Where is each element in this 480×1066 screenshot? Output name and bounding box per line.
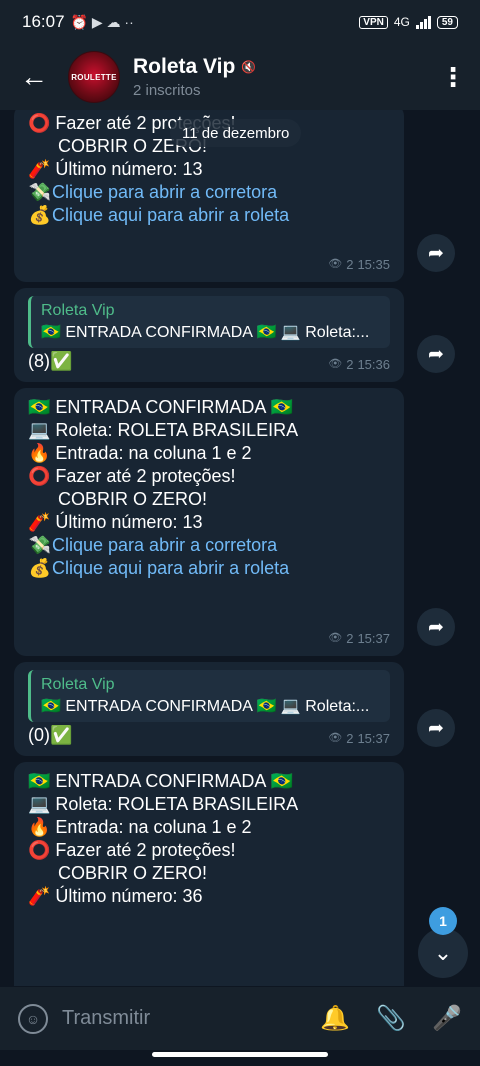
quote-text: 🇧🇷 ENTRADA CONFIRMADA 🇧🇷 💻 Roleta:... (41, 698, 370, 715)
views-icon: 👁 (328, 632, 343, 644)
channel-title: Roleta Vip (133, 55, 236, 78)
view-count: 2 (346, 731, 354, 746)
views-icon: 👁 (328, 358, 343, 370)
message-time: 15:36 (357, 357, 390, 372)
quote-text: 🇧🇷 ENTRADA CONFIRMADA 🇧🇷 💻 Roleta:... (41, 324, 370, 341)
channel-info[interactable]: Roleta Vip 🔇 2 inscritos (133, 55, 256, 99)
message-bubble[interactable]: 🇧🇷 ENTRADA CONFIRMADA 🇧🇷 💻 Roleta: ROLET… (14, 762, 404, 986)
subscriber-count: 2 inscritos (133, 82, 201, 99)
status-time: 16:07 (22, 12, 65, 31)
message-bubble[interactable]: Roleta Vip 🇧🇷 ENTRADA CONFIRMADA 🇧🇷 💻 Ro… (14, 662, 404, 756)
message-bubble[interactable]: 🇧🇷 ENTRADA CONFIRMADA 🇧🇷 💻 Roleta: ROLET… (14, 388, 404, 656)
views-icon: 👁 (328, 258, 343, 270)
back-arrow-icon[interactable]: ← (0, 44, 68, 110)
quote-author: Roleta Vip (41, 302, 115, 319)
chevron-down-icon: ⌄ (433, 940, 453, 965)
message-meta: 👁 2 15:37 (328, 727, 390, 750)
forward-icon[interactable]: ➦ (417, 335, 455, 373)
channel-avatar[interactable]: ROULETTE (68, 51, 120, 103)
message-line: ⭕ Fazer até 2 proteções! (28, 466, 236, 486)
date-separator: 11 de dezembro (170, 119, 302, 147)
reply-quote[interactable]: Roleta Vip 🇧🇷 ENTRADA CONFIRMADA 🇧🇷 💻 Ro… (28, 670, 390, 722)
forward-icon[interactable]: ➦ (417, 608, 455, 646)
broadcast-bar: ☺ Transmitir 🔔 📎 🎤 (0, 986, 480, 1050)
money-bag-icon: 💰 (28, 558, 52, 578)
money-icon: 💸 (28, 535, 52, 555)
scroll-to-bottom-button[interactable]: ⌄ (418, 928, 468, 978)
forward-icon[interactable]: ➦ (417, 234, 455, 272)
message-line: 🇧🇷 ENTRADA CONFIRMADA 🇧🇷 (28, 397, 293, 417)
bell-icon[interactable]: 🔔 (320, 1004, 350, 1033)
message-time: 15:35 (357, 257, 390, 272)
message-line: ⭕ Fazer até 2 proteções! (28, 840, 236, 860)
view-count: 2 (346, 357, 354, 372)
message-list[interactable]: ⭕ Fazer até 2 proteções! COBRIR O ZERO! … (0, 110, 480, 986)
unread-badge: 1 (429, 907, 457, 935)
notification-icons: ⏰ ▶ ☁ ·· (70, 13, 134, 30)
message-time: 15:37 (357, 631, 390, 646)
vpn-badge: VPN (359, 15, 388, 29)
message-line: 🧨 Último número: 13 (28, 512, 203, 532)
message-meta: 👁 2 15:37 (328, 627, 390, 650)
network-label: 4G (393, 15, 410, 29)
broadcast-input[interactable]: Transmitir (62, 1007, 150, 1030)
message-time: 15:37 (357, 731, 390, 746)
message-meta: 👁 2 15:36 (328, 353, 390, 376)
message-line: 💻 Roleta: ROLETA BRASILEIRA (28, 420, 299, 440)
signal-icon (415, 15, 431, 29)
message-line: 🇧🇷 ENTRADA CONFIRMADA 🇧🇷 (28, 771, 293, 791)
attach-icon[interactable]: 📎 (376, 1004, 406, 1033)
quote-author: Roleta Vip (41, 676, 115, 693)
muted-icon: 🔇 (241, 60, 257, 74)
broker-link[interactable]: Clique para abrir a corretora (52, 535, 277, 555)
view-count: 2 (346, 257, 354, 272)
status-bar: 16:07 ⏰ ▶ ☁ ·· VPN 4G 59 (0, 0, 480, 44)
message-line: 💻 Roleta: ROLETA BRASILEIRA (28, 794, 299, 814)
broker-link[interactable]: Clique para abrir a corretora (52, 182, 277, 202)
reply-quote[interactable]: Roleta Vip 🇧🇷 ENTRADA CONFIRMADA 🇧🇷 💻 Ro… (28, 296, 390, 348)
views-icon: 👁 (328, 732, 343, 744)
forward-icon[interactable]: ➦ (417, 709, 455, 747)
message-line: 🔥 Entrada: na coluna 1 e 2 (28, 817, 252, 837)
avatar-logo-text: ROULETTE (71, 72, 117, 82)
roulette-link[interactable]: Clique aqui para abrir a roleta (52, 558, 289, 578)
money-bag-icon: 💰 (28, 205, 52, 225)
microphone-icon[interactable]: 🎤 (432, 1004, 462, 1033)
home-indicator (152, 1052, 328, 1057)
message-line: 🔥 Entrada: na coluna 1 e 2 (28, 443, 252, 463)
message-meta: 👁 2 15:35 (328, 253, 390, 276)
roulette-link[interactable]: Clique aqui para abrir a roleta (52, 205, 289, 225)
message-line: COBRIR O ZERO! (58, 489, 208, 509)
battery-icon: 59 (436, 15, 458, 29)
view-count: 2 (346, 631, 354, 646)
message-bubble[interactable]: Roleta Vip 🇧🇷 ENTRADA CONFIRMADA 🇧🇷 💻 Ro… (14, 288, 404, 382)
message-line: 🧨 Último número: 36 (28, 886, 203, 906)
more-options-icon[interactable]: ⋮ (426, 44, 480, 110)
emoji-icon[interactable]: ☺ (18, 1003, 48, 1034)
message-line: COBRIR O ZERO! (58, 863, 208, 883)
chat-header: ← ROULETTE Roleta Vip 🔇 2 inscritos ⋮ (0, 44, 480, 110)
money-icon: 💸 (28, 182, 52, 202)
message-line: 🧨 Último número: 13 (28, 159, 203, 179)
